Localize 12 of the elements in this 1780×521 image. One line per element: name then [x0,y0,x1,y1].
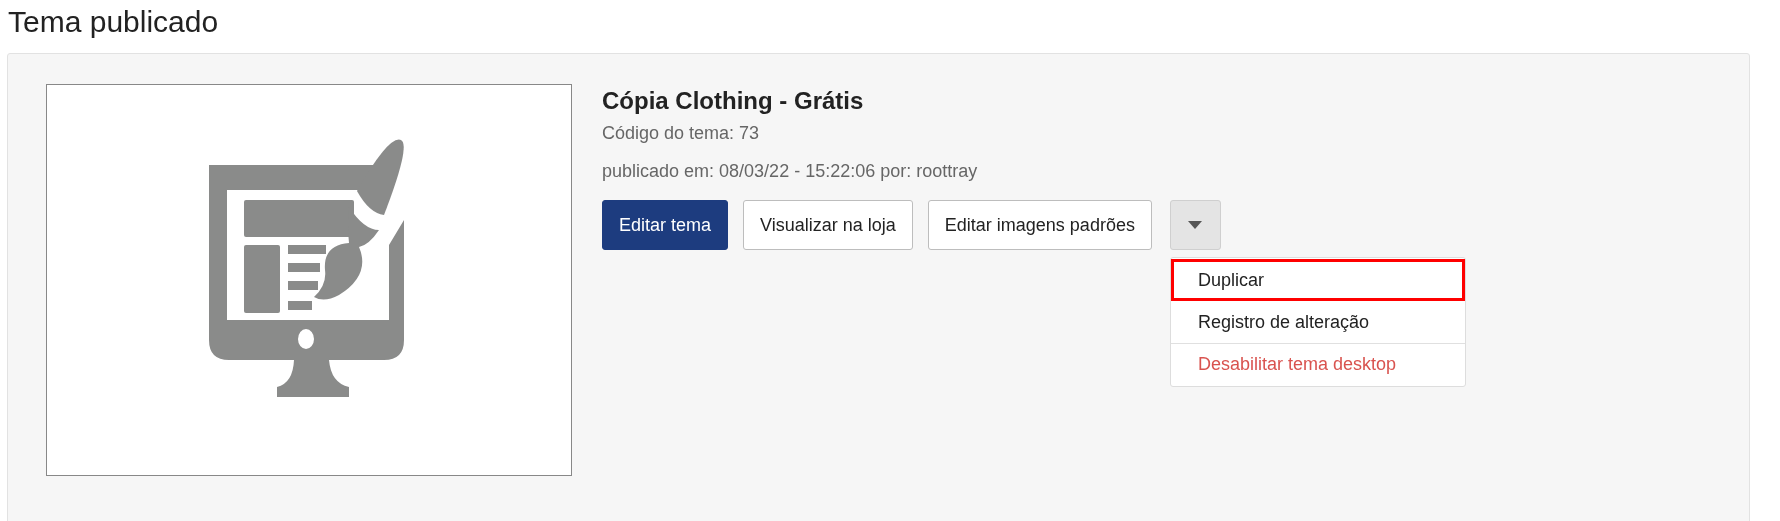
action-button[interactable]: Editar tema [602,200,729,250]
theme-code: Código do tema: 73 [602,122,761,145]
menu-item[interactable]: Duplicar [1170,259,1465,301]
caret-down-icon [1188,221,1203,229]
dropdown-toggle[interactable] [1169,200,1221,250]
menu-item[interactable]: Desabilitar tema desktop [1170,343,1465,385]
menu-item[interactable]: Registro de alteração [1170,301,1465,343]
published-info: publicado em: 08/03/22 - 15:22:06 por: roottray [602,160,979,183]
action-button[interactable]: Editar imagens padrões [927,200,1152,250]
page-title: Tema publicado [7,4,220,40]
action-button[interactable]: Visualizar na loja [743,200,913,250]
theme-name: Cópia Clothing - Grátis [602,86,865,116]
